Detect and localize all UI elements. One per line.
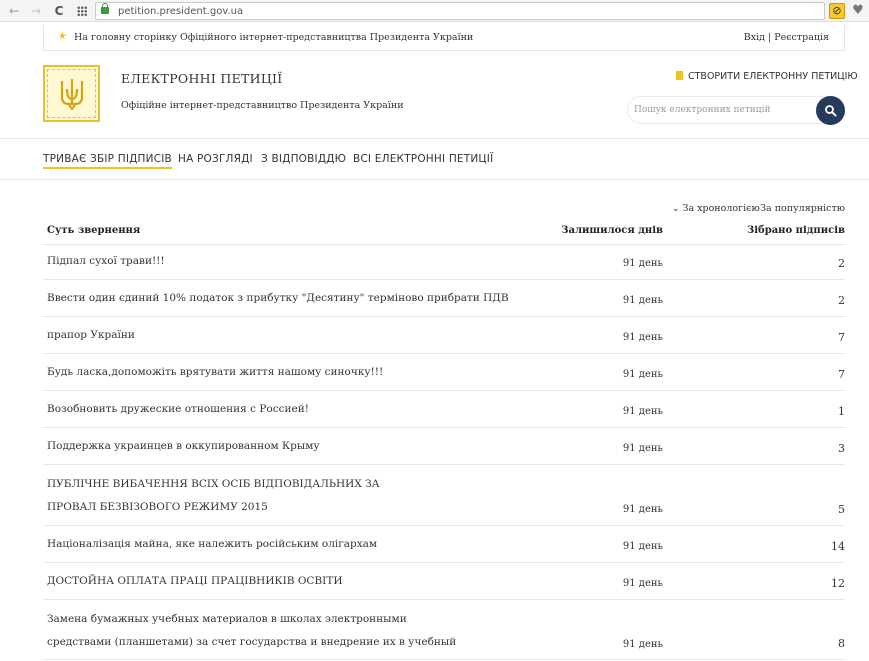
home-link[interactable]: На головну сторінку Офіційного інтернет-… xyxy=(74,32,473,43)
forward-arrow-icon[interactable]: → xyxy=(28,3,44,19)
tabs-divider xyxy=(0,179,869,180)
table-header: Суть звернення Залишилося днів Зібрано п… xyxy=(43,217,845,245)
reload-icon[interactable]: C xyxy=(51,3,67,19)
login-register-link[interactable]: Вхід | Реєстрація xyxy=(744,32,829,43)
search-box xyxy=(627,96,845,124)
star-icon: ★ xyxy=(58,31,67,42)
address-bar[interactable]: petition.president.gov.ua xyxy=(95,2,825,20)
create-petition-label: СТВОРИТИ ЕЛЕКТРОННУ ПЕТИЦІЮ xyxy=(688,71,858,82)
tab-under-review[interactable]: НА РОЗГЛЯДІ xyxy=(178,153,253,165)
days-left: 91 день xyxy=(622,541,663,552)
heart-extension-icon[interactable]: ♥ xyxy=(850,3,866,19)
petition-title[interactable]: Возобновить дружеские отношения с Россие… xyxy=(47,398,587,421)
column-header-votes: Зібрано підписів xyxy=(747,225,845,236)
trident-icon xyxy=(60,79,84,111)
signatures-count: 3 xyxy=(838,442,845,455)
table-row[interactable]: Замена бумажных учебных материалов в шко… xyxy=(43,600,845,661)
signatures-count: 1 xyxy=(838,405,845,418)
block-extension-icon[interactable]: ⊘ xyxy=(829,3,845,19)
top-info-bar: ★ На головну сторінку Офіційного інтерне… xyxy=(43,25,845,51)
petition-title[interactable]: Замена бумажных учебных материалов в шко… xyxy=(47,608,467,661)
table-row[interactable]: Будь ласка,допоможіть врятувати життя на… xyxy=(43,354,845,391)
table-row[interactable]: Націоналізація майна, яке належить росій… xyxy=(43,526,845,563)
lock-icon xyxy=(101,3,109,14)
signatures-count: 7 xyxy=(838,368,845,381)
trident-emblem-logo[interactable] xyxy=(43,65,100,122)
site-subtitle: Офіційне інтернет-представництво Президе… xyxy=(121,100,404,111)
sort-by-popularity[interactable]: За популярністю xyxy=(760,203,845,214)
table-row[interactable]: прапор України 91 день 7 xyxy=(43,317,845,354)
signatures-count: 5 xyxy=(838,503,845,516)
header-divider xyxy=(0,138,869,139)
column-header-days: Залишилося днів xyxy=(561,225,663,236)
signatures-count: 7 xyxy=(838,331,845,344)
petition-title[interactable]: Поддержка украинцев в оккупированном Кры… xyxy=(47,435,587,458)
petition-title[interactable]: Націоналізація майна, яке належить росій… xyxy=(47,533,587,556)
apps-grid-icon[interactable] xyxy=(77,6,87,16)
table-row[interactable]: ДОСТОЙНА ОПЛАТА ПРАЦІ ПРАЦІВНИКІВ ОСВІТИ… xyxy=(43,563,845,600)
sort-chronology-label: За хронологією xyxy=(682,203,760,214)
days-left: 91 день xyxy=(622,578,663,589)
signatures-count: 8 xyxy=(838,637,845,650)
back-arrow-icon[interactable]: ← xyxy=(6,3,22,19)
table-row[interactable]: Поддержка украинцев в оккупированном Кры… xyxy=(43,428,845,465)
signatures-count: 2 xyxy=(838,294,845,307)
search-button[interactable] xyxy=(816,96,845,125)
tab-all-petitions[interactable]: ВСІ ЕЛЕКТРОННІ ПЕТИЦІЇ xyxy=(353,153,493,165)
search-input[interactable] xyxy=(634,103,814,117)
table-row[interactable]: Підпал сухої трави!!! 91 день 2 xyxy=(43,246,845,280)
table-row[interactable]: Ввести один єдиний 10% податок з прибутк… xyxy=(43,280,845,317)
browser-toolbar: ← → C petition.president.gov.ua ⊘ ♥ xyxy=(0,0,869,22)
search-icon xyxy=(825,105,837,117)
petition-title[interactable]: Підпал сухої трави!!! xyxy=(47,250,587,273)
petition-title[interactable]: ПУБЛІЧНЕ ВИБАЧЕННЯ ВСІХ ОСІБ ВІДПОВІДАЛЬ… xyxy=(47,473,427,519)
days-left: 91 день xyxy=(622,443,663,454)
signatures-count: 12 xyxy=(831,577,845,590)
days-left: 91 день xyxy=(622,639,663,650)
days-left: 91 день xyxy=(622,332,663,343)
tab-answered[interactable]: З ВІДПОВІДДЮ xyxy=(261,153,346,165)
days-left: 91 день xyxy=(622,406,663,417)
days-left: 91 день xyxy=(622,504,663,515)
signatures-count: 2 xyxy=(838,257,845,270)
table-row[interactable]: ПУБЛІЧНЕ ВИБАЧЕННЯ ВСІХ ОСІБ ВІДПОВІДАЛЬ… xyxy=(43,465,845,526)
days-left: 91 день xyxy=(622,295,663,306)
table-row[interactable]: Возобновить дружеские отношения с Россие… xyxy=(43,391,845,428)
chevron-down-icon: ⌄ xyxy=(672,204,680,214)
petition-title[interactable]: Ввести один єдиний 10% податок з прибутк… xyxy=(47,287,587,310)
document-icon xyxy=(676,71,683,80)
petition-title[interactable]: прапор України xyxy=(47,324,587,347)
column-header-title: Суть звернення xyxy=(47,225,141,236)
site-title[interactable]: ЕЛЕКТРОННІ ПЕТИЦІЇ xyxy=(121,71,283,86)
url-text[interactable]: petition.president.gov.ua xyxy=(118,4,243,19)
sort-by-chronology[interactable]: ⌄ За хронологією xyxy=(672,203,760,214)
petition-title[interactable]: ДОСТОЙНА ОПЛАТА ПРАЦІ ПРАЦІВНИКІВ ОСВІТИ xyxy=(47,570,587,593)
days-left: 91 день xyxy=(622,258,663,269)
signatures-count: 14 xyxy=(831,540,845,553)
days-left: 91 день xyxy=(622,369,663,380)
petition-title[interactable]: Будь ласка,допоможіть врятувати життя на… xyxy=(47,361,587,384)
create-petition-link[interactable]: СТВОРИТИ ЕЛЕКТРОННУ ПЕТИЦІЮ xyxy=(676,71,858,82)
tab-collecting-signatures[interactable]: ТРИВАЄ ЗБІР ПІДПИСІВ xyxy=(43,153,172,169)
